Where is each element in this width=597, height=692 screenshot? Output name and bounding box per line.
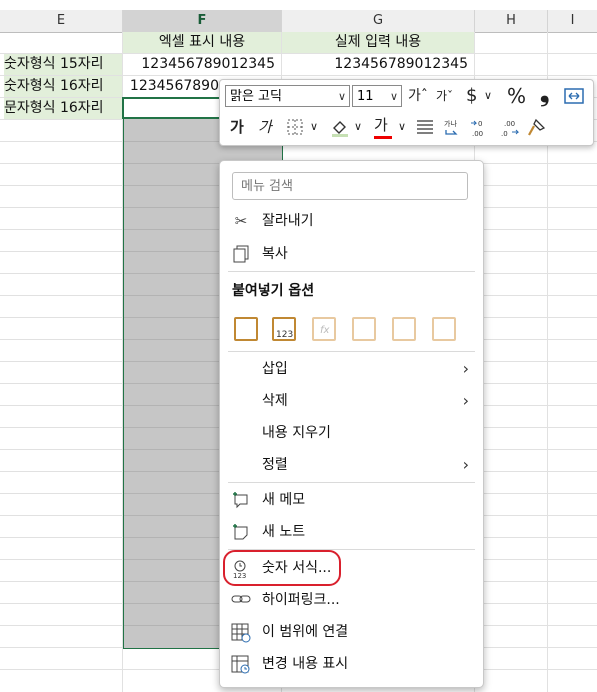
format-painter-icon[interactable] [526, 118, 546, 144]
svg-text:가나: 가나 [444, 119, 457, 128]
menu-separator [228, 351, 475, 352]
paste-formatting-icon[interactable] [392, 317, 416, 341]
value-cell[interactable]: 123456789012345 [282, 54, 468, 75]
mini-toolbar: 맑은 고딕 ∨ 11 ∨ 가ˆ 가ˇ $ ∨ % ❟ 가 가 ∨ ∨ 가 ∨ 가… [219, 79, 594, 146]
menu-item-show-changes[interactable]: 변경 내용 표시 [220, 649, 483, 679]
menu-item-label: 새 노트 [262, 524, 306, 540]
menu-item-cut[interactable]: ✂ 잘라내기 [220, 206, 483, 236]
menu-separator [228, 271, 475, 272]
merge-center-icon[interactable] [564, 87, 584, 111]
chevron-right-icon: › [462, 455, 469, 474]
menu-item-label: 하이퍼링크... [262, 592, 340, 608]
menu-item-label: 내용 지우기 [262, 425, 331, 441]
chevron-right-icon: › [462, 391, 469, 410]
menu-item-clear-contents[interactable]: 내용 지우기 [220, 418, 483, 448]
menu-item-label: 삭제 [262, 393, 288, 409]
currency-format-button[interactable]: $ [466, 85, 477, 107]
chevron-down-icon[interactable]: ∨ [390, 86, 398, 108]
chevron-down-icon[interactable]: ∨ [354, 116, 362, 138]
font-color-swatch [374, 136, 392, 139]
chevron-down-icon[interactable]: ∨ [338, 86, 346, 108]
chevron-down-icon[interactable]: ∨ [484, 85, 492, 107]
table-link-icon [231, 623, 251, 643]
new-note-icon [231, 523, 251, 541]
menu-item-sort[interactable]: 정렬 › [220, 450, 483, 480]
menu-search-input[interactable]: 메뉴 검색 [232, 172, 468, 200]
menu-item-label: 변경 내용 표시 [262, 656, 349, 672]
font-size-value: 11 [357, 89, 374, 104]
value-cell[interactable]: 123456789012345 [123, 54, 275, 75]
paste-formulas-icon[interactable]: fx [312, 317, 336, 341]
menu-item-label: 이 범위에 연결 [262, 624, 349, 640]
menu-separator [228, 482, 475, 483]
paste-values-icon[interactable]: 123 [272, 317, 296, 341]
svg-text:.00: .00 [504, 120, 515, 128]
paste-link-icon[interactable] [432, 317, 456, 341]
value-cell[interactable]: 1234567890 [123, 76, 219, 97]
font-color-letter: 가 [374, 116, 388, 134]
menu-item-label: 삽입 [262, 361, 288, 377]
font-size-box[interactable]: 11 ∨ [352, 85, 402, 107]
menu-item-delete[interactable]: 삭제 › [220, 386, 483, 416]
column-header-i[interactable]: I [548, 10, 597, 33]
svg-text:0: 0 [478, 120, 482, 128]
row-label-cell[interactable]: 숫자형식 16자리 [4, 76, 122, 97]
borders-icon[interactable] [286, 118, 304, 142]
menu-item-label: 정렬 [262, 457, 288, 473]
context-menu: 메뉴 검색 ✂ 잘라내기 복사 붙여넣기 옵션 123 fx 삽입 › 삭제 ›… [219, 160, 484, 688]
chevron-right-icon: › [462, 359, 469, 378]
comma-style-button[interactable]: ❟ [540, 81, 549, 105]
menu-item-copy[interactable]: 복사 [220, 239, 483, 269]
new-comment-icon [231, 491, 251, 509]
copy-icon [231, 245, 251, 263]
column-header-g[interactable]: G [282, 10, 475, 33]
svg-text:.00: .00 [472, 130, 483, 138]
decrease-decimal-icon[interactable]: .00.0 [498, 118, 520, 144]
fill-color-icon[interactable] [330, 118, 350, 144]
svg-text:.0: .0 [501, 130, 508, 138]
highlight-circle [223, 550, 341, 586]
align-center-icon[interactable] [416, 118, 434, 142]
row-label-cell[interactable]: 숫자형식 15자리 [4, 54, 122, 75]
italic-button[interactable]: 가 [258, 116, 272, 138]
font-name-box[interactable]: 맑은 고딕 ∨ [225, 85, 350, 107]
menu-item-label: 새 메모 [262, 492, 306, 508]
column-header-f[interactable]: F [123, 10, 282, 34]
paste-icon[interactable] [234, 317, 258, 341]
menu-item-link-to-range[interactable]: 이 범위에 연결 [220, 617, 483, 647]
paste-values-badge: 123 [276, 330, 294, 340]
menu-item-hyperlink[interactable]: 하이퍼링크... [220, 585, 483, 615]
menu-item-new-note[interactable]: 새 노트 [220, 517, 483, 547]
show-changes-icon [231, 655, 251, 674]
menu-item-insert[interactable]: 삽입 › [220, 354, 483, 384]
bold-button[interactable]: 가 [230, 116, 244, 138]
menu-item-label: 복사 [262, 246, 288, 262]
paste-options-heading: 붙여넣기 옵션 [232, 283, 315, 299]
menu-item-new-comment[interactable]: 새 메모 [220, 485, 483, 515]
increase-font-size-button[interactable]: 가ˆ [408, 85, 428, 107]
percent-style-button[interactable]: % [507, 85, 526, 107]
font-name-value: 맑은 고딕 [230, 89, 282, 104]
increase-decimal-icon[interactable]: 0.00 [470, 118, 492, 144]
column-header-e[interactable]: E [0, 10, 123, 33]
row-label-cell[interactable]: 문자형식 16자리 [4, 98, 122, 119]
decrease-font-size-button[interactable]: 가ˇ [436, 85, 453, 107]
header-cell-f[interactable]: 엑셀 표시 내용 [123, 32, 281, 53]
scissors-icon: ✂ [234, 212, 248, 230]
formula-badge: fx [320, 325, 330, 336]
phonetic-guide-icon[interactable]: 가나 [442, 118, 462, 144]
chevron-down-icon[interactable]: ∨ [310, 116, 318, 138]
link-icon [231, 591, 251, 609]
menu-item-label: 잘라내기 [262, 213, 314, 229]
font-color-button[interactable]: 가 [374, 114, 392, 139]
column-header-h[interactable]: H [475, 10, 548, 33]
paste-transpose-icon[interactable] [352, 317, 376, 341]
chevron-down-icon[interactable]: ∨ [398, 116, 406, 138]
header-cell-g[interactable]: 실제 입력 내용 [282, 32, 474, 53]
